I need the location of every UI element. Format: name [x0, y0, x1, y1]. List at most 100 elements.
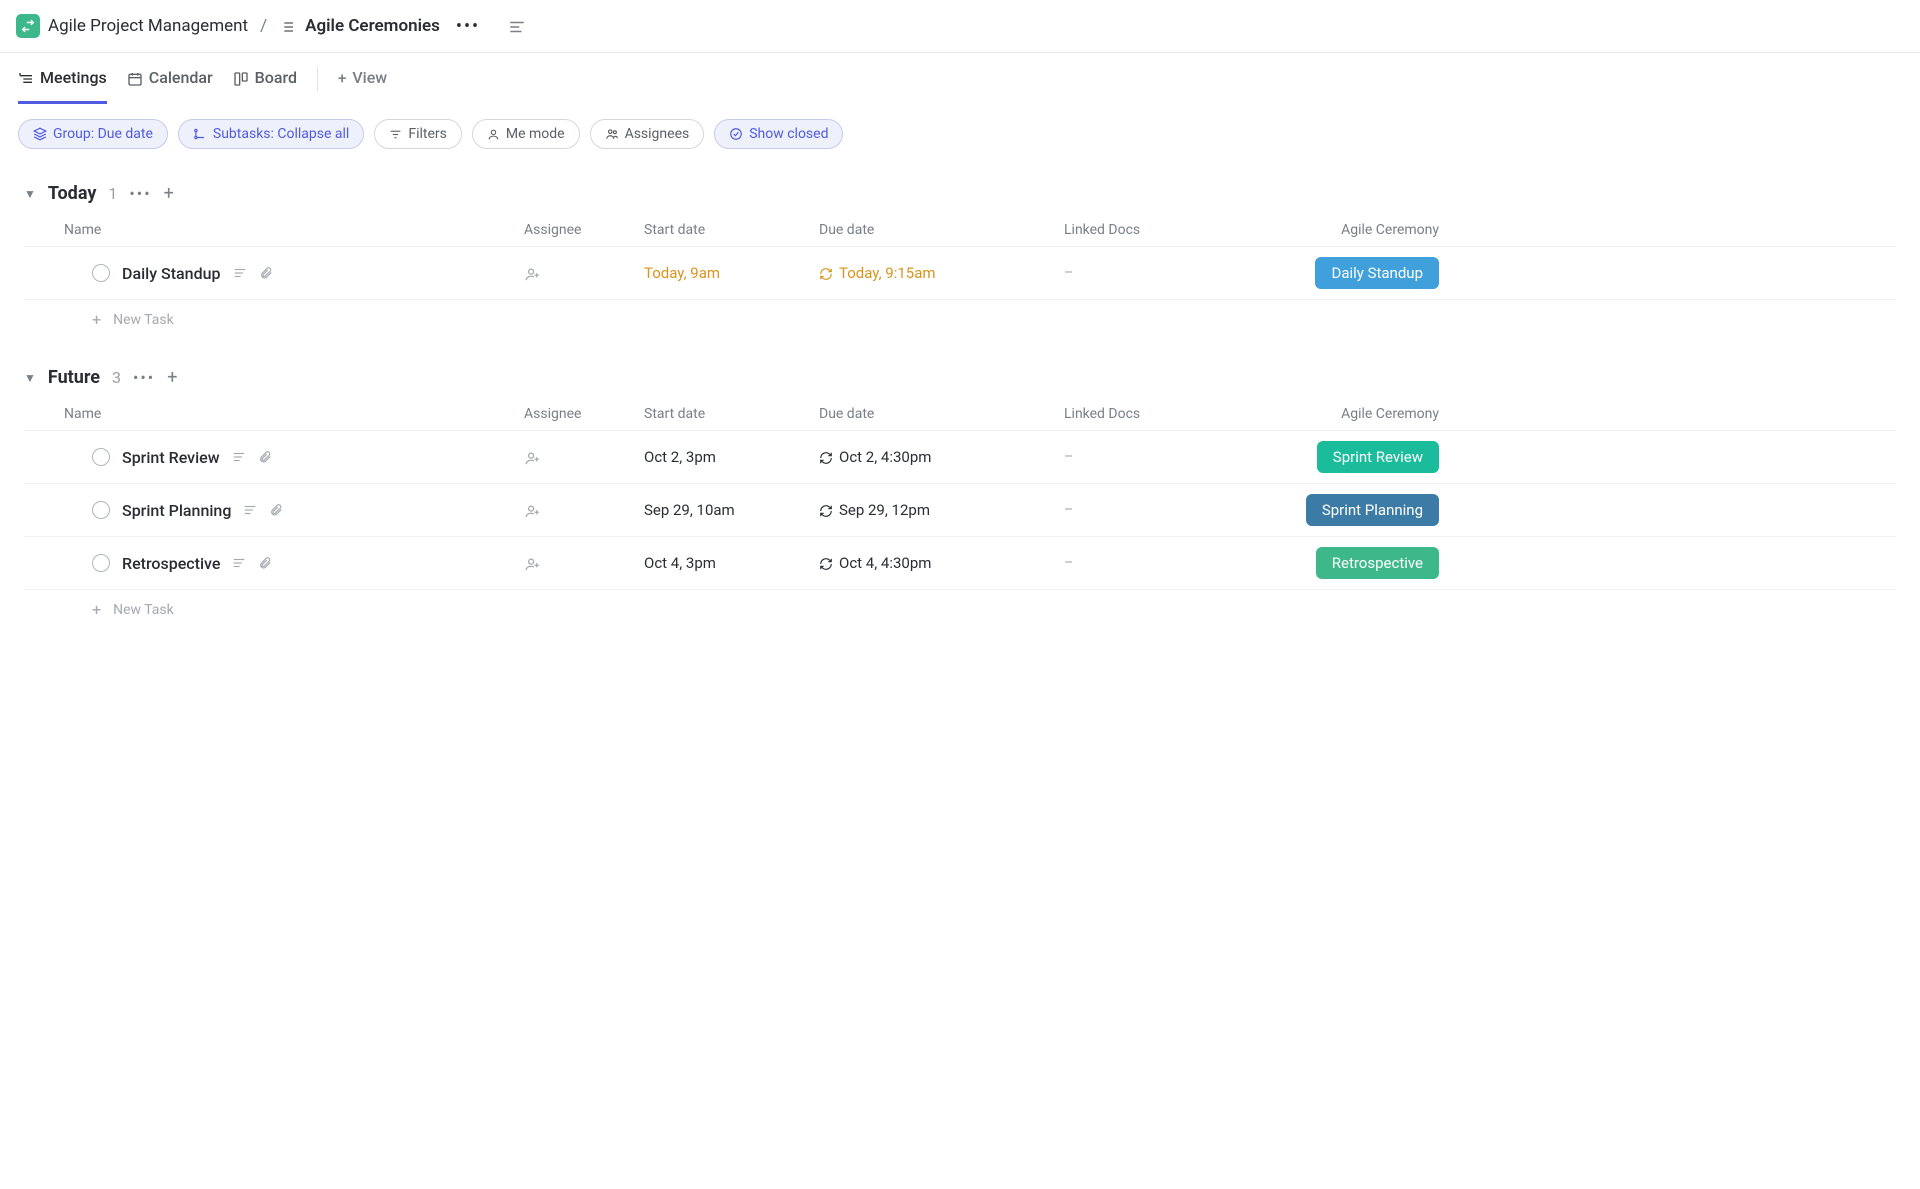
- subtasks-pill-label: Subtasks: Collapse all: [213, 126, 349, 142]
- group-count: 1: [108, 184, 117, 203]
- col-ceremony[interactable]: Agile Ceremony: [1234, 406, 1439, 422]
- recurring-icon: [819, 450, 833, 466]
- task-name[interactable]: Sprint Review: [122, 448, 220, 467]
- linked-docs-cell[interactable]: –: [1064, 502, 1234, 518]
- task-row[interactable]: Sprint Planning Sep 29, 10am Sep 29, 12p…: [24, 483, 1896, 536]
- col-assignee[interactable]: Assignee: [524, 406, 644, 422]
- col-linked-docs[interactable]: Linked Docs: [1064, 406, 1234, 422]
- show-closed-pill[interactable]: Show closed: [714, 119, 843, 149]
- task-name-cell: Sprint Review: [64, 448, 524, 467]
- start-date-cell[interactable]: Oct 4, 3pm: [644, 554, 819, 572]
- ceremony-badge[interactable]: Sprint Review: [1317, 441, 1439, 473]
- list-icon: [279, 17, 295, 36]
- task-row[interactable]: Daily Standup Today, 9am Today, 9:15am –…: [24, 246, 1896, 299]
- group-pill-label: Group: Due date: [53, 126, 153, 142]
- group-more-icon[interactable]: •••: [129, 184, 151, 203]
- subtasks-icon: [193, 127, 207, 142]
- task-name[interactable]: Retrospective: [122, 554, 220, 573]
- new-task-label: New Task: [113, 312, 174, 328]
- due-date-cell[interactable]: Today, 9:15am: [819, 264, 1064, 282]
- assignee-cell[interactable]: [524, 500, 644, 519]
- linked-docs-cell[interactable]: –: [1064, 555, 1234, 571]
- col-assignee[interactable]: Assignee: [524, 222, 644, 238]
- ceremony-badge[interactable]: Daily Standup: [1315, 257, 1439, 289]
- ceremony-cell: Sprint Review: [1234, 441, 1439, 473]
- new-task-row[interactable]: + New Task: [24, 589, 1896, 629]
- assignee-cell[interactable]: [524, 263, 644, 282]
- linked-docs-cell[interactable]: –: [1064, 449, 1234, 465]
- header-bar: Agile Project Management / Agile Ceremon…: [0, 0, 1920, 53]
- col-start-date[interactable]: Start date: [644, 406, 819, 422]
- tab-board[interactable]: Board: [233, 68, 297, 104]
- tab-add-view-label: View: [352, 68, 387, 87]
- assignee-cell[interactable]: [524, 447, 644, 466]
- col-name[interactable]: Name: [64, 406, 524, 422]
- me-mode-pill-label: Me mode: [506, 126, 565, 142]
- group-add-icon[interactable]: +: [164, 183, 174, 204]
- attachment-icon[interactable]: [258, 449, 272, 465]
- task-row[interactable]: Retrospective Oct 4, 3pm Oct 4, 4:30pm –…: [24, 536, 1896, 589]
- due-date-cell[interactable]: Oct 4, 4:30pm: [819, 554, 1064, 572]
- task-status-circle[interactable]: [92, 554, 110, 572]
- group-header: ▼ Future 3 ••• +: [24, 355, 1896, 398]
- due-date-cell[interactable]: Oct 2, 4:30pm: [819, 448, 1064, 466]
- attachment-icon[interactable]: [269, 502, 283, 518]
- group-title[interactable]: Today: [48, 183, 97, 204]
- ceremony-cell: Retrospective: [1234, 547, 1439, 579]
- chevron-down-icon[interactable]: ▼: [24, 187, 36, 201]
- group-add-icon[interactable]: +: [167, 367, 177, 388]
- col-due-date[interactable]: Due date: [819, 406, 1064, 422]
- attachment-icon[interactable]: [259, 265, 273, 281]
- col-due-date[interactable]: Due date: [819, 222, 1064, 238]
- task-name[interactable]: Sprint Planning: [122, 501, 231, 520]
- ceremony-cell: Sprint Planning: [1234, 494, 1439, 526]
- task-row[interactable]: Sprint Review Oct 2, 3pm Oct 2, 4:30pm –…: [24, 430, 1896, 483]
- board-icon: [233, 68, 249, 86]
- tab-add-view[interactable]: + View: [338, 68, 387, 104]
- due-date-cell[interactable]: Sep 29, 12pm: [819, 501, 1064, 519]
- assignees-pill[interactable]: Assignees: [590, 119, 705, 149]
- description-icon[interactable]: [233, 265, 247, 281]
- ceremony-badge[interactable]: Retrospective: [1316, 547, 1439, 579]
- tab-meetings[interactable]: Meetings: [18, 68, 107, 104]
- col-start-date[interactable]: Start date: [644, 222, 819, 238]
- group-title[interactable]: Future: [48, 367, 100, 388]
- task-name-cell: Sprint Planning: [64, 501, 524, 520]
- table-header: Name Assignee Start date Due date Linked…: [24, 398, 1896, 430]
- task-status-circle[interactable]: [92, 264, 110, 282]
- breadcrumb-separator: /: [260, 16, 267, 36]
- filters-pill[interactable]: Filters: [374, 119, 462, 149]
- task-name[interactable]: Daily Standup: [122, 264, 221, 283]
- group-more-icon[interactable]: •••: [133, 368, 155, 387]
- start-date-cell[interactable]: Sep 29, 10am: [644, 501, 819, 519]
- ceremony-badge[interactable]: Sprint Planning: [1306, 494, 1439, 526]
- group-pill[interactable]: Group: Due date: [18, 119, 168, 149]
- people-icon: [605, 127, 619, 142]
- task-status-circle[interactable]: [92, 501, 110, 519]
- breadcrumb-parent[interactable]: Agile Project Management: [48, 16, 248, 36]
- start-date-cell[interactable]: Oct 2, 3pm: [644, 448, 819, 466]
- description-icon[interactable]: [232, 449, 246, 465]
- layers-icon: [33, 127, 47, 142]
- align-left-icon[interactable]: [508, 16, 526, 37]
- linked-docs-cell[interactable]: –: [1064, 265, 1234, 281]
- show-closed-pill-label: Show closed: [749, 126, 828, 142]
- assignee-cell[interactable]: [524, 553, 644, 572]
- col-name[interactable]: Name: [64, 222, 524, 238]
- task-status-circle[interactable]: [92, 448, 110, 466]
- plus-icon: +: [92, 600, 101, 619]
- col-linked-docs[interactable]: Linked Docs: [1064, 222, 1234, 238]
- new-task-row[interactable]: + New Task: [24, 299, 1896, 339]
- start-date-cell[interactable]: Today, 9am: [644, 264, 819, 282]
- more-icon[interactable]: •••: [456, 16, 480, 37]
- subtasks-pill[interactable]: Subtasks: Collapse all: [178, 119, 364, 149]
- col-ceremony[interactable]: Agile Ceremony: [1234, 222, 1439, 238]
- description-icon[interactable]: [243, 502, 257, 518]
- me-mode-pill[interactable]: Me mode: [472, 119, 580, 149]
- attachment-icon[interactable]: [258, 555, 272, 571]
- breadcrumb-current[interactable]: Agile Ceremonies: [305, 16, 440, 36]
- tab-calendar[interactable]: Calendar: [127, 68, 213, 104]
- person-icon: [487, 127, 500, 142]
- description-icon[interactable]: [232, 555, 246, 571]
- chevron-down-icon[interactable]: ▼: [24, 371, 36, 385]
